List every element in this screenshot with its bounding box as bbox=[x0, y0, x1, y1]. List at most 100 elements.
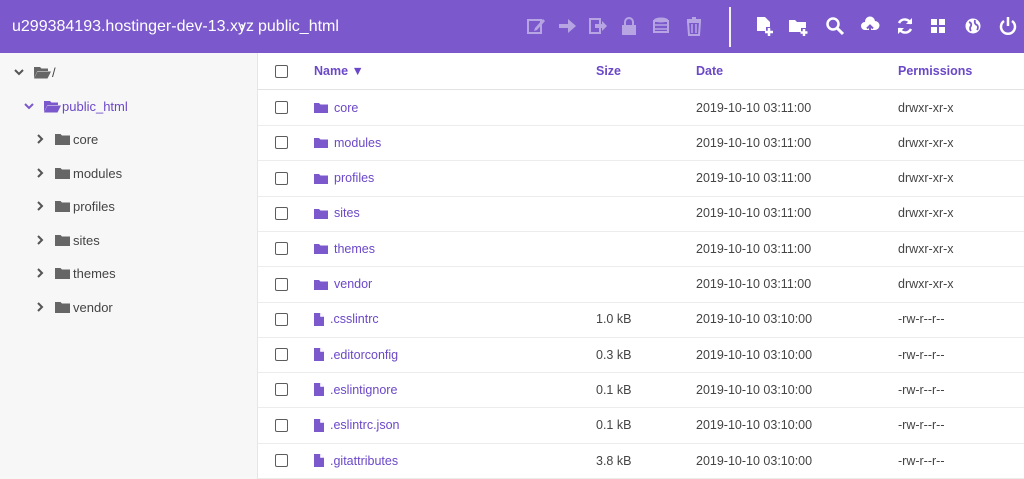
file-permissions[interactable]: -rw-r--r-- bbox=[898, 408, 945, 443]
table-row[interactable]: .editorconfig 0.3 kB 2019-10-10 03:10:00 -r… bbox=[258, 337, 1024, 374]
file-name-link[interactable]: .eslintrc.json bbox=[314, 408, 399, 443]
folder-icon bbox=[55, 199, 73, 213]
table-row[interactable]: vendor 2019-10-10 03:11:00 drwxr-xr-x bbox=[258, 267, 1024, 303]
chevron-down-icon[interactable] bbox=[22, 99, 36, 113]
row-checkbox[interactable] bbox=[275, 125, 288, 160]
tree-item-label: sites bbox=[73, 232, 100, 248]
file-date: 2019-10-10 03:11:00 bbox=[696, 171, 812, 186]
tree-item-modules[interactable]: modules bbox=[33, 163, 122, 183]
row-checkbox[interactable] bbox=[275, 408, 288, 443]
archive-icon[interactable] bbox=[650, 15, 672, 37]
edit-icon[interactable] bbox=[525, 15, 547, 37]
chevron-right-icon[interactable] bbox=[33, 132, 47, 146]
globe-icon[interactable] bbox=[962, 15, 984, 37]
file-permissions[interactable]: drwxr-xr-x bbox=[898, 161, 954, 196]
file-permissions[interactable]: drwxr-xr-x bbox=[898, 90, 954, 125]
file-name: .gitattributes bbox=[330, 453, 399, 468]
table-row[interactable]: sites 2019-10-10 03:11:00 drwxr-xr-x bbox=[258, 196, 1024, 232]
row-checkbox[interactable] bbox=[275, 443, 288, 478]
file-icon bbox=[314, 312, 328, 326]
file-name-link[interactable]: .editorconfig bbox=[314, 337, 398, 372]
file-name-link[interactable]: .gitattributes bbox=[314, 443, 398, 478]
row-checkbox[interactable] bbox=[275, 196, 288, 231]
file-name-link[interactable]: .eslintignore bbox=[314, 372, 397, 407]
file-permissions[interactable]: -rw-r--r-- bbox=[898, 337, 945, 372]
table-row[interactable]: .csslintrc 1.0 kB 2019-10-10 03:10:00 -rw-r… bbox=[258, 302, 1024, 338]
file-date: 2019-10-10 03:10:00 bbox=[696, 453, 813, 468]
file-name: vendor bbox=[334, 277, 373, 291]
row-checkbox[interactable] bbox=[275, 161, 288, 196]
file-name-link[interactable]: core bbox=[314, 90, 358, 125]
folder-open-icon bbox=[44, 99, 62, 113]
table-row[interactable]: .eslintignore 0.1 kB 2019-10-10 03:10:00 -r… bbox=[258, 372, 1024, 409]
search-icon[interactable] bbox=[824, 15, 846, 37]
new-file-icon[interactable] bbox=[753, 15, 775, 37]
row-checkbox[interactable] bbox=[275, 302, 288, 337]
chevron-right-icon[interactable] bbox=[33, 199, 47, 213]
column-header-size[interactable]: Size bbox=[596, 53, 621, 89]
row-checkbox[interactable] bbox=[275, 337, 288, 372]
file-permissions[interactable]: -rw-r--r-- bbox=[898, 372, 945, 407]
tree-item-public-html[interactable]: public_html bbox=[22, 96, 128, 116]
file-date: 2019-10-10 03:10:00 bbox=[696, 347, 813, 362]
file-name: .eslintignore bbox=[330, 382, 398, 397]
file-permissions[interactable]: -rw-r--r-- bbox=[898, 443, 945, 478]
row-checkbox[interactable] bbox=[275, 231, 288, 266]
file-name: modules bbox=[334, 135, 382, 150]
file-permissions[interactable]: -rw-r--r-- bbox=[898, 302, 945, 337]
breadcrumb-separator: › bbox=[240, 18, 245, 35]
table-row[interactable]: .eslintrc.json 0.1 kB 2019-10-10 03:10:00 -… bbox=[258, 408, 1024, 444]
permissions-icon[interactable] bbox=[618, 15, 640, 37]
column-header-permissions[interactable]: Permissions bbox=[898, 53, 972, 89]
tree-item-themes[interactable]: themes bbox=[33, 263, 116, 283]
tree-item-profiles[interactable]: profiles bbox=[33, 196, 115, 216]
table-row[interactable]: core 2019-10-10 03:11:00 drwxr-xr-x bbox=[258, 90, 1024, 126]
chevron-down-icon[interactable] bbox=[12, 65, 26, 79]
table-row[interactable]: .gitattributes 3.8 kB 2019-10-10 03:10:00 -… bbox=[258, 443, 1024, 479]
breadcrumb-host[interactable]: u299384193.hostinger-dev-13.xyz bbox=[12, 0, 254, 53]
chevron-right-icon[interactable] bbox=[33, 266, 47, 280]
chevron-right-icon[interactable] bbox=[33, 300, 47, 314]
file-size: 3.8 kB bbox=[596, 453, 632, 468]
rename-icon[interactable] bbox=[587, 15, 609, 37]
upload-icon[interactable] bbox=[859, 15, 881, 37]
breadcrumb-current-dir[interactable]: public_html bbox=[258, 0, 339, 53]
file-icon bbox=[314, 418, 328, 432]
table-row[interactable]: profiles 2019-10-10 03:11:00 drwxr-xr-x bbox=[258, 161, 1024, 197]
file-date: 2019-10-10 03:11:00 bbox=[696, 277, 812, 291]
file-name-link[interactable]: sites bbox=[314, 196, 360, 231]
power-icon[interactable] bbox=[997, 15, 1019, 37]
file-permissions[interactable]: drwxr-xr-x bbox=[898, 267, 954, 302]
row-checkbox[interactable] bbox=[275, 267, 288, 302]
table-row[interactable]: modules 2019-10-10 03:11:00 drwxr-xr-x bbox=[258, 125, 1024, 162]
folder-icon bbox=[314, 243, 332, 255]
file-permissions[interactable]: drwxr-xr-x bbox=[898, 231, 954, 266]
tree-item-core[interactable]: core bbox=[33, 129, 98, 149]
refresh-icon[interactable] bbox=[894, 15, 916, 37]
file-name-link[interactable]: vendor bbox=[314, 267, 372, 302]
folder-icon bbox=[55, 166, 73, 180]
new-folder-icon[interactable] bbox=[787, 15, 809, 37]
file-icon bbox=[314, 454, 328, 467]
tree-root[interactable]: / bbox=[12, 62, 56, 82]
move-icon[interactable] bbox=[556, 15, 578, 37]
file-name-link[interactable]: .csslintrc bbox=[314, 302, 379, 337]
grid-icon[interactable] bbox=[927, 15, 949, 37]
file-permissions[interactable]: drwxr-xr-x bbox=[898, 196, 954, 231]
row-checkbox[interactable] bbox=[275, 90, 288, 125]
file-name-link[interactable]: themes bbox=[314, 231, 375, 266]
tree-item-vendor[interactable]: vendor bbox=[33, 297, 113, 317]
row-checkbox[interactable] bbox=[275, 372, 288, 407]
column-header-date[interactable]: Date bbox=[696, 53, 723, 89]
file-name-link[interactable]: profiles bbox=[314, 161, 374, 196]
select-all-checkbox[interactable] bbox=[275, 53, 288, 89]
file-permissions[interactable]: drwxr-xr-x bbox=[898, 125, 954, 160]
column-header-name[interactable]: Name ▼ bbox=[314, 53, 364, 89]
tree-item-sites[interactable]: sites bbox=[33, 230, 100, 250]
file-name-link[interactable]: modules bbox=[314, 125, 381, 160]
chevron-right-icon[interactable] bbox=[33, 166, 47, 180]
delete-icon[interactable] bbox=[683, 15, 705, 37]
toolbar-divider bbox=[729, 7, 731, 47]
table-row[interactable]: themes 2019-10-10 03:11:00 drwxr-xr-x bbox=[258, 231, 1024, 268]
chevron-right-icon[interactable] bbox=[33, 233, 47, 247]
